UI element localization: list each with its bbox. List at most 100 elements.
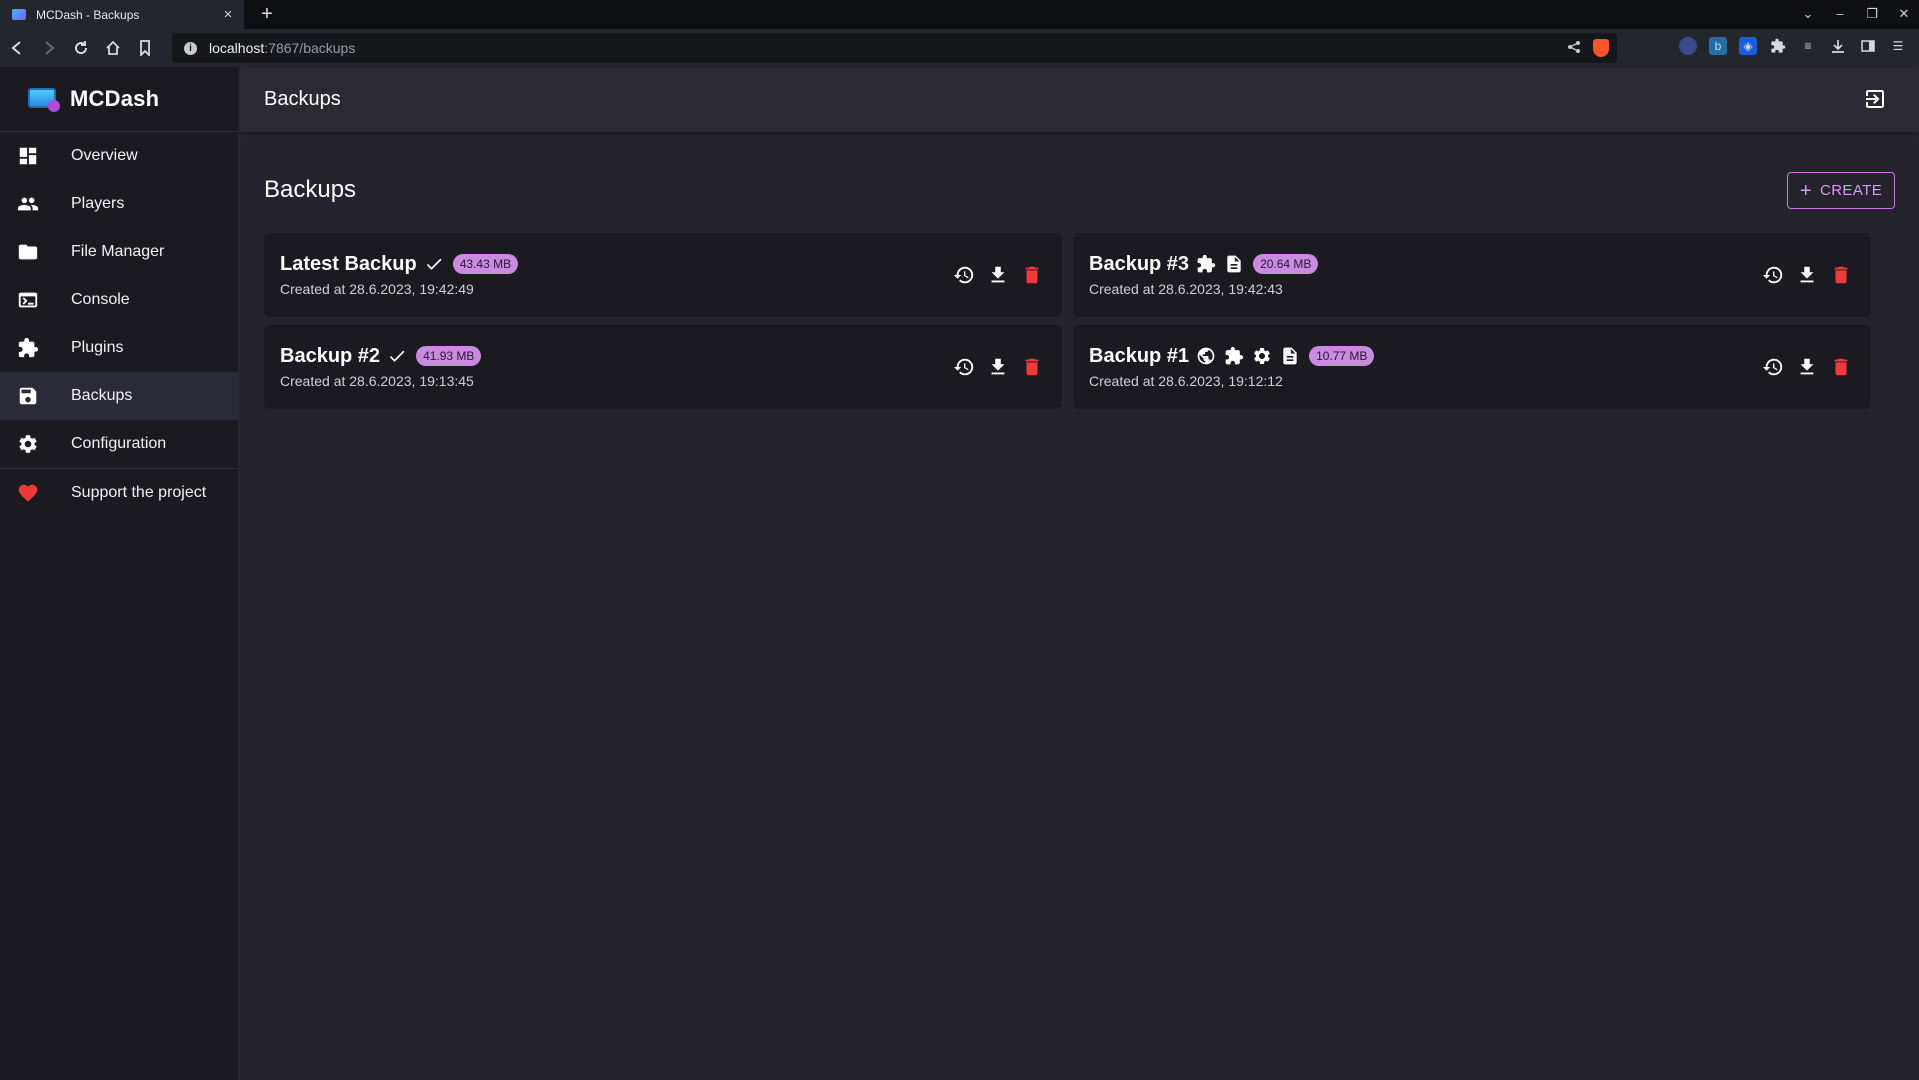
bookmark-icon[interactable] xyxy=(130,33,160,63)
sidebar-toggle-icon[interactable] xyxy=(1859,37,1877,55)
sidebar-item-plugins[interactable]: Plugins xyxy=(0,324,238,372)
sidebar-item-label: Console xyxy=(71,291,130,308)
bitwarden-icon[interactable]: ◈ xyxy=(1739,37,1757,55)
backup-name: Latest Backup xyxy=(280,252,417,275)
tab-title: MCDash - Backups xyxy=(36,7,140,22)
delete-icon[interactable] xyxy=(1829,355,1853,379)
tab-close-icon[interactable]: × xyxy=(220,6,236,23)
size-badge: 41.93 MB xyxy=(416,346,482,366)
browser-tab[interactable]: MCDash - Backups × xyxy=(0,0,244,29)
close-window-icon[interactable]: ✕ xyxy=(1895,4,1913,24)
sidebar-item-label: Players xyxy=(71,195,125,212)
backup-name: Backup #3 xyxy=(1089,252,1190,275)
tab-list-icon[interactable]: ⌄ xyxy=(1799,4,1817,24)
extension-b-icon[interactable]: b xyxy=(1709,37,1727,55)
file-icon xyxy=(1223,253,1245,275)
terminal-icon xyxy=(16,288,40,312)
gear-icon xyxy=(1251,345,1273,367)
check-icon xyxy=(386,345,408,367)
favicon-icon xyxy=(12,9,26,20)
site-info-icon[interactable]: i xyxy=(184,41,197,55)
sidebar: MCDash Overview Players File Manager Con… xyxy=(0,67,239,1080)
backup-card: Latest Backup 43.43 MB Created at 28.6.2… xyxy=(264,233,1062,317)
main-content: Backups + CREATE Latest Backup 43.43 MB … xyxy=(240,132,1919,1080)
puzzle-icon xyxy=(1223,345,1245,367)
playlist-icon[interactable]: ≡ xyxy=(1799,37,1817,55)
restore-icon[interactable] xyxy=(1761,263,1785,287)
browser-toolbar: i localhost:7867/backups b ◈ ≡ ☰ xyxy=(0,29,1919,67)
backup-created: Created at 28.6.2023, 19:13:45 xyxy=(280,373,474,389)
restore-icon[interactable] xyxy=(1761,355,1785,379)
download-icon[interactable] xyxy=(986,355,1010,379)
browser-tab-bar: MCDash - Backups × + ⌄ – ❐ ✕ xyxy=(0,0,1919,29)
heart-icon xyxy=(16,481,40,505)
sidebar-item-label: Overview xyxy=(71,147,138,164)
url-path: :7867/backups xyxy=(264,40,356,56)
download-icon[interactable] xyxy=(1795,355,1819,379)
backup-name: Backup #1 xyxy=(1089,344,1190,367)
check-icon xyxy=(423,253,445,275)
backup-card: Backup #3 20.64 MB Created at 28.6.2023,… xyxy=(1073,233,1871,317)
url-host: localhost xyxy=(209,40,265,56)
sidebar-item-label: File Manager xyxy=(71,243,165,260)
brave-shields-icon[interactable] xyxy=(1593,39,1609,57)
brand[interactable]: MCDash xyxy=(0,67,238,132)
globe-icon xyxy=(1195,345,1217,367)
home-icon[interactable] xyxy=(98,33,128,63)
delete-icon[interactable] xyxy=(1020,263,1044,287)
restore-icon[interactable]: ❐ xyxy=(1863,4,1881,24)
share-icon[interactable] xyxy=(1567,40,1581,57)
download-icon[interactable] xyxy=(1795,263,1819,287)
size-badge: 20.64 MB xyxy=(1253,254,1319,274)
downloads-icon[interactable] xyxy=(1829,37,1847,55)
reload-icon[interactable] xyxy=(66,33,96,63)
brand-name: MCDash xyxy=(70,86,160,111)
delete-icon[interactable] xyxy=(1829,263,1853,287)
puzzle-icon xyxy=(16,336,40,360)
size-badge: 10.77 MB xyxy=(1309,346,1375,366)
players-icon xyxy=(16,192,40,216)
sidebar-item-console[interactable]: Console xyxy=(0,276,238,324)
backup-created: Created at 28.6.2023, 19:12:12 xyxy=(1089,373,1283,389)
address-bar[interactable]: i localhost:7867/backups xyxy=(172,33,1617,63)
restore-icon[interactable] xyxy=(952,263,976,287)
restore-icon[interactable] xyxy=(952,355,976,379)
sidebar-item-label: Backups xyxy=(71,387,133,404)
page-title: Backups xyxy=(264,176,357,203)
backup-card: Backup #2 41.93 MB Created at 28.6.2023,… xyxy=(264,325,1062,409)
delete-icon[interactable] xyxy=(1020,355,1044,379)
size-badge: 43.43 MB xyxy=(452,254,519,274)
back-icon[interactable] xyxy=(2,33,32,63)
sidebar-item-overview[interactable]: Overview xyxy=(0,132,238,180)
folder-icon xyxy=(16,240,40,264)
header-title: Backups xyxy=(264,88,341,110)
sidebar-item-support[interactable]: Support the project xyxy=(0,469,238,517)
sidebar-item-players[interactable]: Players xyxy=(0,180,238,228)
new-tab-icon[interactable]: + xyxy=(256,3,278,25)
sidebar-item-label: Plugins xyxy=(71,339,124,356)
vpn-extension-icon[interactable] xyxy=(1679,37,1697,55)
window-controls: ⌄ – ❐ ✕ xyxy=(1799,4,1913,24)
menu-icon[interactable]: ☰ xyxy=(1889,37,1907,55)
mcdash-logo-icon xyxy=(28,86,60,112)
sidebar-item-backups[interactable]: Backups xyxy=(0,372,238,420)
backup-created: Created at 28.6.2023, 19:42:49 xyxy=(280,281,474,297)
create-label: CREATE xyxy=(1819,182,1883,199)
gear-icon xyxy=(16,432,40,456)
create-backup-button[interactable]: + CREATE xyxy=(1787,172,1895,209)
forward-icon[interactable] xyxy=(34,33,64,63)
download-icon[interactable] xyxy=(986,263,1010,287)
backup-created: Created at 28.6.2023, 19:42:43 xyxy=(1089,281,1283,297)
backup-grid: Latest Backup 43.43 MB Created at 28.6.2… xyxy=(264,233,1871,409)
sidebar-item-file-manager[interactable]: File Manager xyxy=(0,228,238,276)
minimize-icon[interactable]: – xyxy=(1831,4,1849,24)
backup-name: Backup #2 xyxy=(280,344,381,367)
puzzle-icon xyxy=(1195,253,1217,275)
extensions-puzzle-icon[interactable] xyxy=(1769,37,1787,55)
logout-icon[interactable] xyxy=(1863,87,1887,111)
sidebar-item-configuration[interactable]: Configuration xyxy=(0,420,238,468)
save-icon xyxy=(16,384,40,408)
backup-card: Backup #1 10.77 MB Created at 28.6.2023,… xyxy=(1073,325,1871,409)
sidebar-item-label: Support the project xyxy=(71,484,207,501)
app-header: Backups xyxy=(240,67,1919,132)
